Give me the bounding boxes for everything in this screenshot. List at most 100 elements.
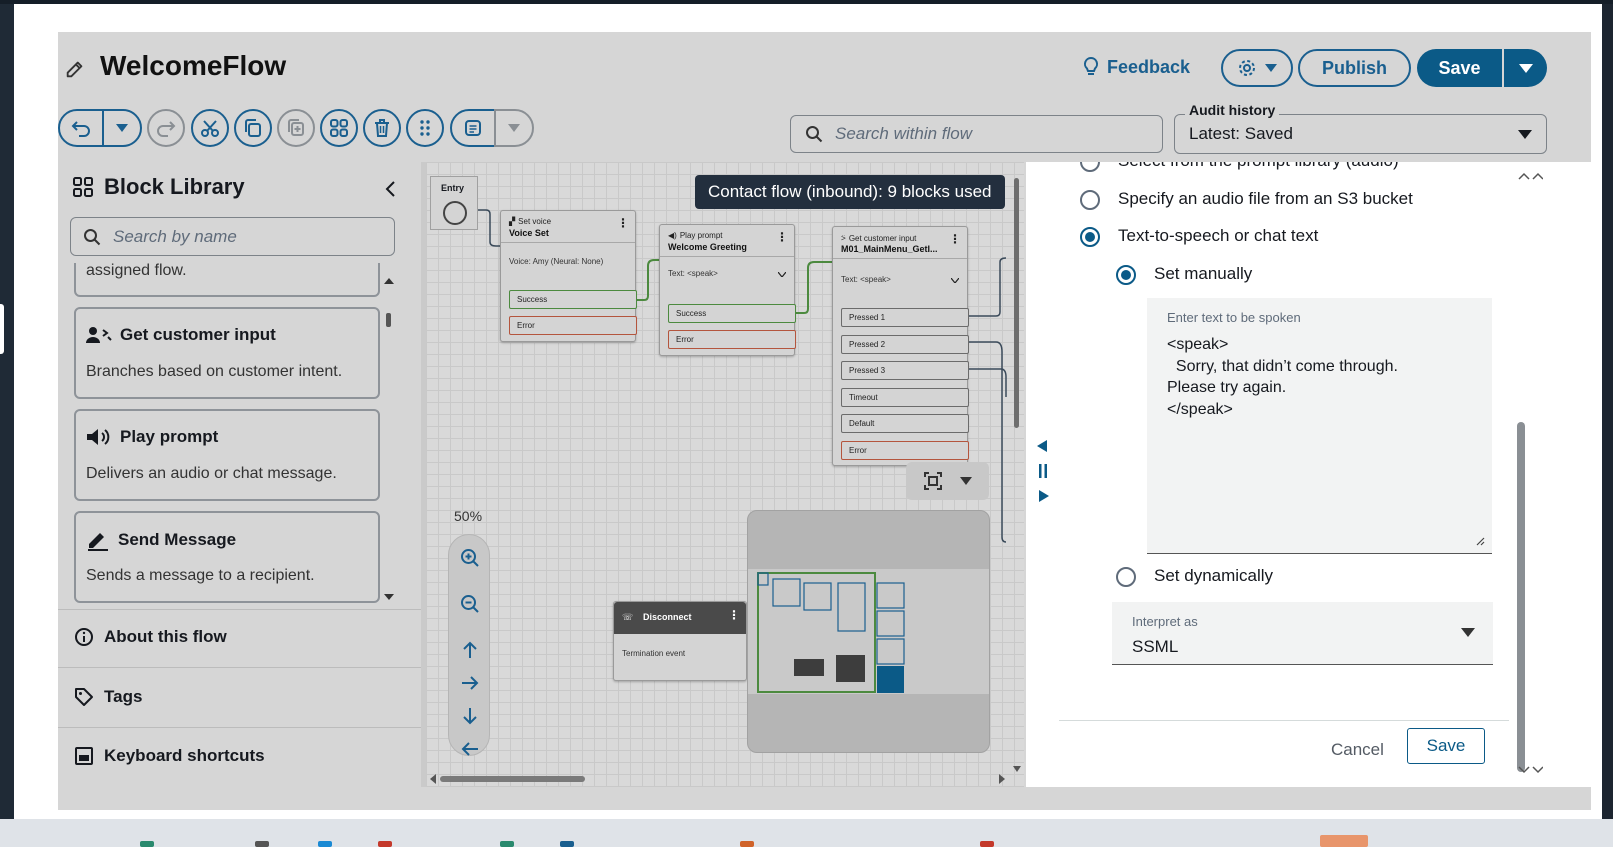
section-keyboard-shortcuts[interactable]: Keyboard shortcuts: [74, 746, 265, 766]
cancel-button[interactable]: Cancel: [1323, 734, 1392, 766]
resize-handle-icon[interactable]: [1475, 536, 1485, 546]
tts-text-input[interactable]: Enter text to be spoken <speak> Sorry, t…: [1147, 298, 1492, 554]
redo-button[interactable]: [147, 109, 185, 147]
section-about-flow[interactable]: About this flow: [74, 627, 227, 647]
pan-left-icon[interactable]: [460, 739, 480, 759]
node-menu-icon[interactable]: ⋮: [776, 230, 788, 244]
taskbar-app-icon[interactable]: [500, 841, 514, 847]
audit-history-select[interactable]: Audit history Latest: Saved: [1174, 102, 1547, 154]
publish-button[interactable]: Publish: [1298, 49, 1411, 87]
flow-canvas[interactable]: Entry Contact flow (inbound): 9 blocks u…: [426, 162, 1024, 787]
flow-title[interactable]: WelcomeFlow: [100, 50, 286, 82]
browser-window: WelcomeFlow Feedback Publish Save Search…: [14, 4, 1602, 819]
interpret-as-select[interactable]: Interpret as SSML: [1112, 602, 1493, 665]
branch-pressed-3[interactable]: Pressed 3: [841, 361, 969, 380]
radio-prompt-library[interactable]: [1080, 162, 1100, 172]
chevron-down-icon[interactable]: [951, 278, 959, 283]
node-get-customer-input[interactable]: ⍩ Get customer input M01_MainMenu_GetI...…: [832, 226, 969, 466]
pan-right-icon[interactable]: [460, 673, 480, 693]
copy-button[interactable]: [234, 109, 272, 147]
block-card-partial-text: assigned flow.: [86, 263, 187, 279]
scroll-right-arrow-icon[interactable]: [999, 774, 1005, 784]
branch-timeout[interactable]: Timeout: [841, 388, 969, 407]
scroll-down-arrow-icon[interactable]: [1517, 766, 1543, 774]
paste-button[interactable]: [277, 109, 315, 147]
block-card-play-prompt[interactable]: Play prompt Delivers an audio or chat me…: [74, 409, 380, 501]
notes-button[interactable]: [450, 109, 496, 147]
info-icon: [75, 628, 93, 646]
branch-error[interactable]: Error: [509, 316, 637, 335]
branch-default[interactable]: Default: [841, 414, 969, 433]
taskbar-app-icon[interactable]: [740, 841, 754, 847]
minimap[interactable]: [747, 510, 990, 753]
save-button[interactable]: Save: [1417, 49, 1502, 87]
radio-text-to-speech[interactable]: [1080, 227, 1100, 247]
drag-handle-icon[interactable]: [1039, 464, 1047, 478]
taskbar-app-icon[interactable]: [980, 841, 994, 847]
multi-select-button[interactable]: [406, 109, 444, 147]
scroll-up-arrow-icon[interactable]: [1517, 172, 1543, 180]
scrollbar-thumb[interactable]: [440, 776, 585, 782]
node-play-prompt[interactable]: ◀) Play prompt Welcome Greeting ⋮ Text: <…: [659, 224, 796, 356]
scroll-up-arrow-icon[interactable]: [384, 278, 394, 284]
radio-set-dynamically[interactable]: [1116, 567, 1136, 587]
flow-search-input[interactable]: Search within flow: [790, 115, 1163, 153]
cut-button[interactable]: [191, 109, 229, 147]
block-card-get-customer-input[interactable]: Get customer input Branches based on cus…: [74, 307, 380, 399]
canvas-horizontal-scrollbar[interactable]: [430, 774, 1005, 784]
edit-title-icon[interactable]: [64, 58, 86, 80]
canvas-vertical-scrollbar[interactable]: [1013, 178, 1021, 778]
scroll-left-arrow-icon[interactable]: [430, 774, 436, 784]
feedback-link[interactable]: Feedback: [1083, 56, 1190, 78]
settings-button[interactable]: [1221, 49, 1293, 87]
block-card-partial[interactable]: assigned flow.: [74, 263, 380, 297]
fit-view-control[interactable]: [906, 462, 989, 500]
taskbar-app-icon[interactable]: [560, 841, 574, 847]
radio-set-manually[interactable]: [1116, 265, 1136, 285]
undo-history-button[interactable]: [102, 109, 142, 147]
scrollbar-thumb[interactable]: [1517, 422, 1525, 772]
node-menu-icon[interactable]: ⋮: [949, 232, 961, 246]
delete-button[interactable]: [363, 109, 401, 147]
pan-up-icon[interactable]: [460, 640, 480, 660]
notes-menu-button[interactable]: [494, 109, 534, 147]
taskbar-app-icon[interactable]: [255, 841, 269, 847]
block-card-send-message[interactable]: Send Message Sends a message to a recipi…: [74, 511, 380, 603]
branch-success[interactable]: Success: [668, 304, 796, 323]
tts-text-value[interactable]: <speak> Sorry, that didn’t come through.…: [1167, 334, 1398, 420]
branch-error[interactable]: Error: [668, 330, 796, 349]
radio-s3-audio[interactable]: [1080, 190, 1100, 210]
node-set-voice[interactable]: ▞ Set voice Voice Set ⋮ Voice: Amy (Neura…: [500, 210, 637, 342]
audit-history-label: Audit history: [1185, 102, 1280, 118]
taskbar-app-icon[interactable]: [140, 841, 154, 847]
scroll-down-arrow-icon[interactable]: [384, 594, 394, 600]
properties-scrollbar[interactable]: [1517, 172, 1547, 782]
pan-down-icon[interactable]: [460, 706, 480, 726]
collapse-left-icon[interactable]: [1037, 440, 1047, 452]
section-tags[interactable]: Tags: [74, 687, 142, 707]
expand-right-icon[interactable]: [1039, 490, 1049, 502]
branch-error[interactable]: Error: [841, 441, 969, 460]
entry-node[interactable]: Entry: [430, 176, 478, 230]
node-menu-icon[interactable]: ⋮: [617, 216, 629, 230]
save-options-button[interactable]: [1504, 49, 1547, 87]
taskbar-app-icon[interactable]: [318, 841, 332, 847]
node-disconnect[interactable]: ☏ Disconnect ⋮ Termination event: [613, 601, 747, 681]
scrollbar-thumb[interactable]: [1014, 178, 1019, 428]
scroll-down-arrow-icon[interactable]: [1013, 766, 1021, 772]
save-properties-button[interactable]: Save: [1407, 728, 1485, 764]
taskbar-app-icon[interactable]: [378, 841, 392, 847]
branch-success[interactable]: Success: [509, 290, 637, 309]
branch-pressed-2[interactable]: Pressed 2: [841, 335, 969, 354]
zoom-in-icon[interactable]: [460, 548, 480, 568]
undo-button[interactable]: [58, 109, 104, 147]
chevron-down-icon[interactable]: [778, 272, 786, 277]
arrange-button[interactable]: [320, 109, 358, 147]
branch-pressed-1[interactable]: Pressed 1: [841, 308, 969, 327]
taskbar-active-app[interactable]: [1320, 835, 1368, 847]
zoom-out-icon[interactable]: [460, 594, 480, 614]
block-list-scrollbar[interactable]: [386, 313, 391, 327]
block-search-input[interactable]: Search by name: [70, 217, 395, 256]
collapse-panel-icon[interactable]: [384, 180, 396, 198]
node-menu-icon[interactable]: ⋮: [728, 608, 740, 622]
